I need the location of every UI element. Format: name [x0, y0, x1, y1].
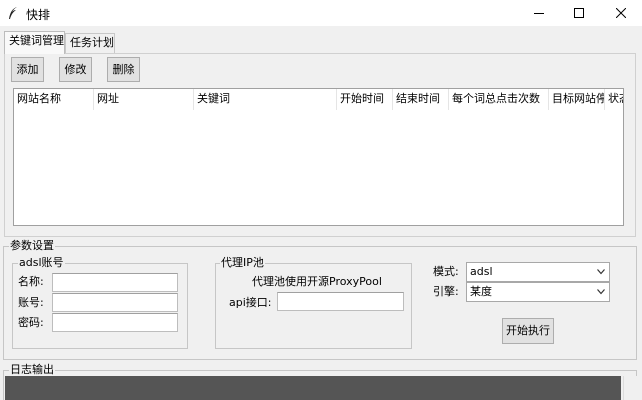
column-header-site-name[interactable]: 网站名称 — [14, 89, 94, 110]
mode-value: adsl — [470, 265, 493, 278]
api-input[interactable] — [277, 292, 404, 311]
column-header-start-time[interactable]: 开始时间 — [337, 89, 393, 110]
api-label: api接口: — [229, 296, 272, 309]
close-button[interactable] — [598, 0, 642, 26]
engine-select[interactable]: 某度 — [466, 282, 610, 302]
add-button[interactable]: 添加 — [11, 57, 44, 82]
keyword-table[interactable]: 网站名称 网址 关键词 开始时间 结束时间 每个词总点击次数 目标网站停 状态 — [13, 88, 624, 226]
chevron-down-icon — [597, 269, 605, 275]
name-input[interactable] — [52, 273, 178, 292]
delete-button[interactable]: 删除 — [107, 57, 140, 82]
account-input[interactable] — [52, 293, 178, 312]
tab-keyword-management[interactable]: 关键词管理 — [4, 31, 65, 54]
mode-label: 模式: — [433, 265, 459, 278]
engine-value: 某度 — [470, 285, 492, 298]
table-header: 网站名称 网址 关键词 开始时间 结束时间 每个词总点击次数 目标网站停 状态 — [14, 89, 623, 110]
title-bar: 快排 — [0, 0, 642, 26]
minimize-icon — [534, 13, 544, 14]
password-label: 密码: — [18, 316, 44, 329]
edit-button[interactable]: 修改 — [59, 57, 92, 82]
tab-task-plan[interactable]: 任务计划 — [65, 33, 115, 53]
password-input[interactable] — [52, 313, 178, 332]
name-label: 名称: — [18, 275, 44, 288]
column-header-end-time[interactable]: 结束时间 — [393, 89, 449, 110]
close-icon — [616, 8, 626, 18]
maximize-button[interactable] — [556, 0, 602, 26]
proxy-note: 代理池使用开源ProxyPool — [252, 275, 382, 288]
proxy-group-title: 代理IP池 — [220, 256, 265, 269]
adsl-group-title: adsl账号 — [18, 256, 65, 269]
start-run-button[interactable]: 开始执行 — [502, 318, 554, 344]
column-header-keyword[interactable]: 关键词 — [194, 89, 337, 110]
account-label: 账号: — [18, 296, 44, 309]
feather-icon — [9, 7, 17, 19]
window-title: 快排 — [26, 8, 51, 22]
maximize-icon — [574, 8, 584, 18]
column-header-status[interactable]: 状态 — [605, 89, 623, 110]
params-group-title: 参数设置 — [9, 239, 55, 252]
mode-select[interactable]: adsl — [466, 262, 610, 282]
log-scrollbar[interactable] — [623, 376, 637, 400]
engine-label: 引擎: — [433, 285, 459, 298]
column-header-url[interactable]: 网址 — [94, 89, 194, 110]
chevron-down-icon — [597, 289, 605, 295]
log-output[interactable] — [5, 376, 621, 400]
log-group-title: 日志输出 — [9, 363, 55, 376]
column-header-target-stay[interactable]: 目标网站停 — [549, 89, 605, 110]
column-header-total-clicks[interactable]: 每个词总点击次数 — [449, 89, 549, 110]
